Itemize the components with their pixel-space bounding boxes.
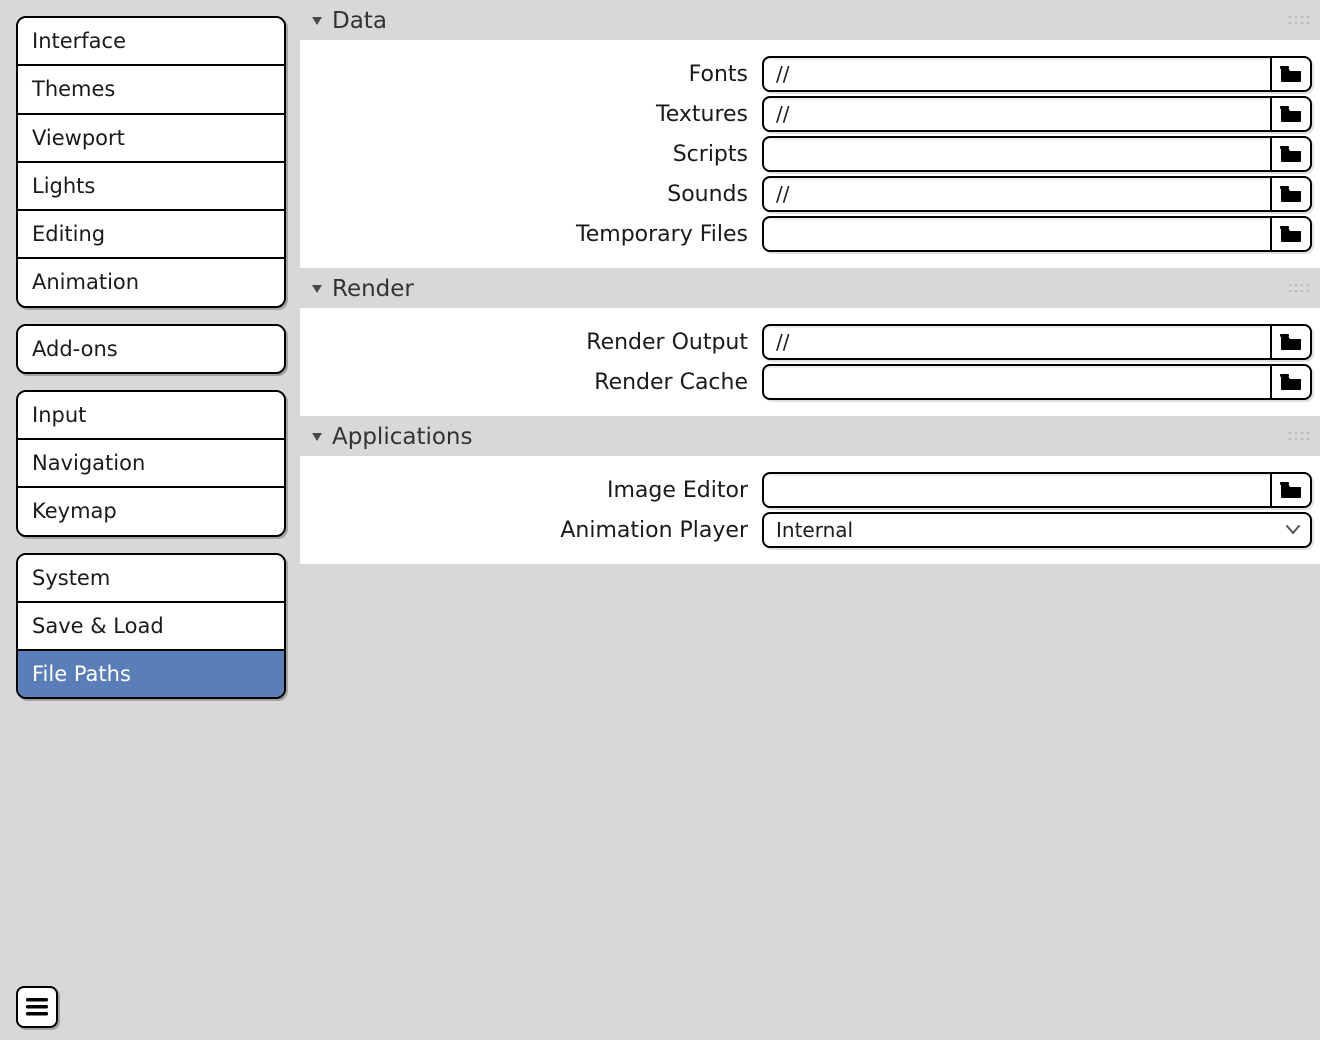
sidebar-item-label: Editing [32, 222, 105, 246]
sidebar-group-4: System Save & Load File Paths [16, 553, 286, 700]
sidebar-item-interface[interactable]: Interface [18, 18, 284, 66]
sidebar-item-system[interactable]: System [18, 555, 284, 603]
sidebar-group-2: Add-ons [16, 324, 286, 374]
hamburger-icon [25, 997, 49, 1017]
sidebar-item-label: Themes [32, 77, 115, 101]
section-title: Applications [332, 424, 473, 450]
drag-grip-icon[interactable] [1288, 283, 1310, 293]
textures-browse-button[interactable] [1272, 96, 1312, 132]
folder-icon [1280, 105, 1302, 123]
field-label: Scripts [308, 142, 748, 167]
field-row-animationplayer: Animation Player Internal [308, 510, 1312, 550]
disclosure-triangle-icon [308, 280, 326, 298]
folder-icon [1280, 65, 1302, 83]
sidebar-item-label: System [32, 566, 110, 590]
rendercache-browse-button[interactable] [1272, 364, 1312, 400]
tempfiles-browse-button[interactable] [1272, 216, 1312, 252]
field-row-imageeditor: Image Editor [308, 470, 1312, 510]
renderoutput-path-input[interactable] [762, 324, 1272, 360]
scripts-browse-button[interactable] [1272, 136, 1312, 172]
sidebar-item-addons[interactable]: Add-ons [18, 326, 284, 372]
sidebar-item-animation[interactable]: Animation [18, 259, 284, 305]
section-body-applications: Image Editor Animation Player Internal [300, 456, 1320, 564]
fonts-path-input[interactable] [762, 56, 1272, 92]
sidebar-item-navigation[interactable]: Navigation [18, 440, 284, 488]
field-label: Temporary Files [308, 222, 748, 247]
sidebar-item-label: Navigation [32, 451, 145, 475]
field-label: Render Output [308, 330, 748, 355]
sidebar-item-input[interactable]: Input [18, 392, 284, 440]
folder-icon [1280, 145, 1302, 163]
drag-grip-icon[interactable] [1288, 15, 1310, 25]
rendercache-path-input[interactable] [762, 364, 1272, 400]
disclosure-triangle-icon [308, 12, 326, 30]
imageeditor-path-input[interactable] [762, 472, 1272, 508]
tempfiles-path-input[interactable] [762, 216, 1272, 252]
field-label: Animation Player [308, 518, 748, 543]
folder-icon [1280, 373, 1302, 391]
section-header-render[interactable]: Render [300, 268, 1320, 308]
section-title: Data [332, 8, 387, 34]
field-label: Render Cache [308, 370, 748, 395]
sidebar-item-label: Interface [32, 29, 126, 53]
section-header-data[interactable]: Data [300, 0, 1320, 40]
sounds-browse-button[interactable] [1272, 176, 1312, 212]
sidebar-group-3: Input Navigation Keymap [16, 390, 286, 537]
field-label: Fonts [308, 62, 748, 87]
field-label: Textures [308, 102, 748, 127]
field-row-scripts: Scripts [308, 134, 1312, 174]
chevron-down-icon [1286, 525, 1300, 535]
folder-icon [1280, 185, 1302, 203]
renderoutput-browse-button[interactable] [1272, 324, 1312, 360]
field-label: Sounds [308, 182, 748, 207]
fonts-browse-button[interactable] [1272, 56, 1312, 92]
field-label: Image Editor [308, 478, 748, 503]
sidebar-item-label: Add-ons [32, 337, 118, 361]
section-title: Render [332, 276, 414, 302]
sidebar-item-saveload[interactable]: Save & Load [18, 603, 284, 651]
sidebar-item-label: Animation [32, 270, 139, 294]
disclosure-triangle-icon [308, 428, 326, 446]
field-row-fonts: Fonts [308, 54, 1312, 94]
sidebar-item-lights[interactable]: Lights [18, 163, 284, 211]
sidebar-item-label: File Paths [32, 662, 131, 686]
preferences-sidebar: Interface Themes Viewport Lights Editing… [0, 0, 300, 1040]
section-body-render: Render Output Render Cache [300, 308, 1320, 416]
sidebar-item-label: Input [32, 403, 86, 427]
folder-icon [1280, 481, 1302, 499]
field-row-renderoutput: Render Output [308, 322, 1312, 362]
section-header-applications[interactable]: Applications [300, 416, 1320, 456]
animationplayer-select[interactable]: Internal [762, 512, 1312, 548]
field-row-sounds: Sounds [308, 174, 1312, 214]
folder-icon [1280, 333, 1302, 351]
sidebar-item-label: Viewport [32, 126, 125, 150]
sidebar-item-filepaths[interactable]: File Paths [18, 651, 284, 697]
imageeditor-browse-button[interactable] [1272, 472, 1312, 508]
textures-path-input[interactable] [762, 96, 1272, 132]
sidebar-item-label: Save & Load [32, 614, 164, 638]
scripts-path-input[interactable] [762, 136, 1272, 172]
sidebar-item-editing[interactable]: Editing [18, 211, 284, 259]
sidebar-item-viewport[interactable]: Viewport [18, 115, 284, 163]
sidebar-item-themes[interactable]: Themes [18, 66, 284, 114]
field-row-rendercache: Render Cache [308, 362, 1312, 402]
folder-icon [1280, 225, 1302, 243]
sidebar-group-1: Interface Themes Viewport Lights Editing… [16, 16, 286, 308]
section-body-data: Fonts Textures Scripts [300, 40, 1320, 268]
preferences-menu-button[interactable] [16, 986, 58, 1028]
sounds-path-input[interactable] [762, 176, 1272, 212]
field-row-tempfiles: Temporary Files [308, 214, 1312, 254]
select-value: Internal [776, 518, 853, 542]
sidebar-item-label: Lights [32, 174, 95, 198]
preferences-main: Data Fonts Textures [300, 0, 1320, 1040]
drag-grip-icon[interactable] [1288, 431, 1310, 441]
sidebar-item-label: Keymap [32, 499, 117, 523]
sidebar-item-keymap[interactable]: Keymap [18, 488, 284, 534]
field-row-textures: Textures [308, 94, 1312, 134]
